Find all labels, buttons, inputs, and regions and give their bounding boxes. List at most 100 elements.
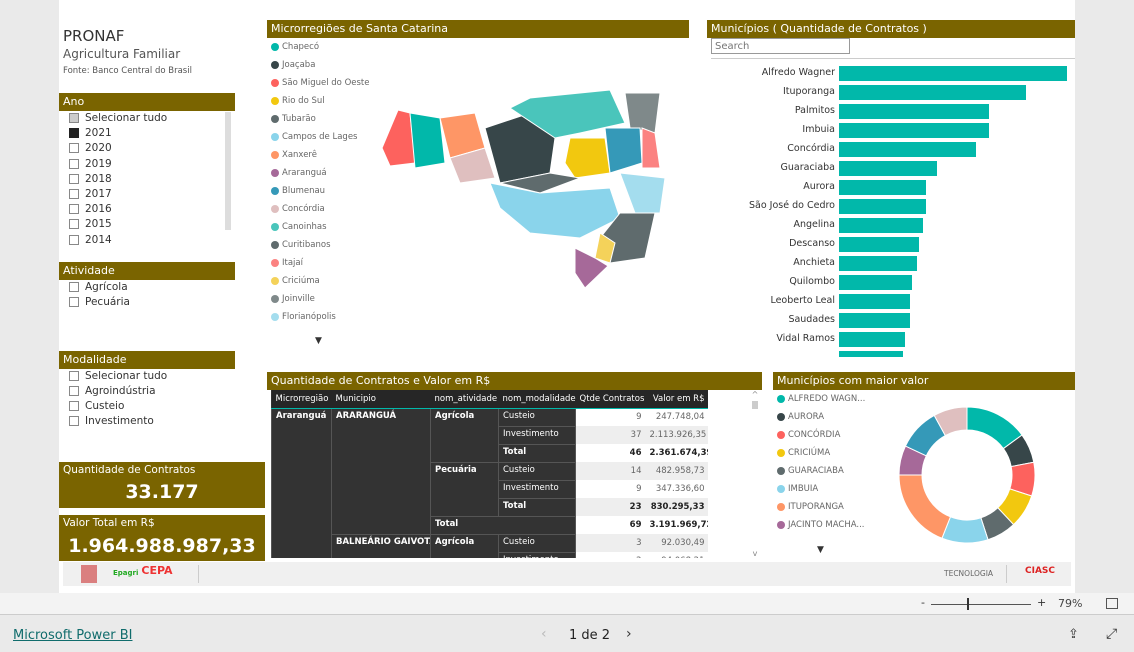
donut-legend-item[interactable]: JACINTO MACHA... [777, 520, 865, 530]
donut-slice[interactable] [898, 474, 952, 539]
donut-legend-item[interactable]: ALFREDO WAGN... [777, 394, 865, 404]
column-header[interactable]: nom_modalidade [498, 390, 576, 409]
checkbox[interactable] [69, 128, 79, 139]
zoom-slider[interactable] [931, 604, 1031, 605]
scroll-thumb[interactable] [752, 401, 758, 409]
map-legend-item[interactable]: Canoinhas [271, 222, 327, 232]
map-legend-item[interactable]: Blumenau [271, 186, 325, 196]
bar[interactable] [839, 123, 990, 138]
checkbox[interactable] [69, 234, 79, 245]
municipio-search-input[interactable] [711, 38, 850, 54]
scroll-down-icon[interactable]: v [750, 549, 760, 558]
modalidade-option[interactable]: Investimento [69, 415, 154, 427]
donut-legend-item[interactable]: GUARACIABA [777, 466, 844, 476]
map-legend-item[interactable]: Rio do Sul [271, 96, 325, 106]
checkbox[interactable] [69, 401, 79, 411]
checkbox[interactable] [69, 371, 79, 381]
checkbox[interactable] [69, 113, 79, 123]
ano-option[interactable]: 2017 [69, 188, 112, 200]
checkbox[interactable] [69, 158, 79, 169]
bar[interactable] [839, 104, 990, 119]
atividade-option[interactable]: Agrícola [69, 281, 128, 293]
column-header[interactable]: Microrregião [271, 390, 332, 409]
table-scrollbar[interactable]: ^ v [750, 390, 760, 558]
checkbox[interactable] [69, 416, 79, 426]
bar[interactable] [839, 199, 926, 214]
sc-map[interactable] [380, 88, 670, 293]
modalidade-option[interactable]: Agroindústria [69, 385, 156, 397]
legend-label: Curitibanos [282, 240, 331, 250]
ano-option[interactable]: 2019 [69, 158, 112, 170]
ano-option[interactable]: 2018 [69, 173, 112, 185]
bar[interactable] [839, 294, 910, 309]
bar[interactable] [839, 85, 1026, 100]
donut-legend-more-icon[interactable]: ▼ [817, 545, 824, 555]
map-legend-item[interactable]: Concórdia [271, 204, 325, 214]
zoom-in-button[interactable]: + [1037, 596, 1046, 609]
ano-option[interactable]: 2021 [69, 127, 112, 139]
next-page-icon[interactable]: › [626, 626, 632, 642]
checkbox[interactable] [69, 143, 79, 154]
prev-page-icon[interactable]: ‹ [541, 626, 547, 642]
donut-legend-item[interactable]: IMBUIA [777, 484, 818, 494]
ano-option[interactable]: 2020 [69, 142, 112, 154]
fullscreen-icon[interactable]: ⤢ [1106, 626, 1117, 642]
column-header[interactable]: nom_atividade [430, 390, 499, 409]
checkbox[interactable] [69, 297, 79, 307]
map-legend-item[interactable]: Tubarão [271, 114, 316, 124]
legend-label: CONCÓRDIA [788, 430, 841, 440]
checkbox[interactable] [69, 219, 79, 230]
map-legend-item[interactable]: Xanxerê [271, 150, 317, 160]
bar[interactable] [839, 256, 917, 271]
column-header[interactable]: Municipio [331, 390, 431, 409]
ano-option[interactable]: 2016 [69, 203, 112, 215]
atividade-option[interactable]: Pecuária [69, 296, 130, 308]
map-legend-item[interactable]: Criciúma [271, 276, 320, 286]
power-bi-link[interactable]: Microsoft Power BI [13, 628, 132, 643]
donut-legend-item[interactable]: CONCÓRDIA [777, 430, 840, 440]
donut-header: Municípios com maior valor [773, 372, 1075, 390]
bar[interactable] [839, 66, 1067, 81]
map-legend-item[interactable]: Joaçaba [271, 60, 315, 70]
bar[interactable] [839, 237, 919, 252]
map-legend-item[interactable]: Chapecó [271, 42, 319, 52]
fit-to-page-icon[interactable] [1106, 598, 1118, 609]
zoom-slider-thumb[interactable] [967, 598, 970, 610]
ano-option[interactable]: 2014 [69, 234, 112, 246]
bar[interactable] [839, 218, 924, 233]
column-header[interactable]: Qtde Contratos [575, 390, 646, 409]
modalidade-option[interactable]: Selecionar tudo [69, 370, 167, 382]
modalidade-option[interactable]: Custeio [69, 400, 124, 412]
zoom-out-button[interactable]: - [921, 596, 925, 609]
column-header[interactable]: Valor em R$ [645, 390, 708, 409]
checkbox[interactable] [69, 204, 79, 215]
donut-legend-item[interactable]: AURORA [777, 412, 824, 422]
donut-chart[interactable] [890, 398, 1045, 553]
map-legend-item[interactable]: Araranguá [271, 168, 327, 178]
share-icon[interactable]: ⇪ [1068, 627, 1079, 642]
ano-scrollbar[interactable] [225, 112, 231, 230]
checkbox[interactable] [69, 189, 79, 199]
bar[interactable] [839, 180, 926, 195]
map-legend-item[interactable]: Joinville [271, 294, 315, 304]
bar[interactable] [839, 332, 906, 347]
checkbox[interactable] [69, 386, 79, 396]
map-legend-item[interactable]: Campos de Lages [271, 132, 357, 142]
bar[interactable] [839, 313, 910, 328]
legend-more-arrow-icon[interactable]: ▼ [315, 336, 322, 346]
bar[interactable] [839, 275, 912, 290]
ano-option[interactable]: Selecionar tudo [69, 112, 167, 124]
map-legend-item[interactable]: São Miguel do Oeste [271, 78, 370, 88]
checkbox[interactable] [69, 282, 79, 292]
donut-legend-item[interactable]: ITUPORANGA [777, 502, 844, 512]
map-legend-item[interactable]: Florianópolis [271, 312, 336, 322]
bar[interactable] [839, 142, 976, 157]
bar-partial[interactable] [839, 351, 903, 357]
map-legend-item[interactable]: Curitibanos [271, 240, 331, 250]
map-legend-item[interactable]: Itajaí [271, 258, 303, 268]
scroll-up-icon[interactable]: ^ [750, 390, 760, 399]
checkbox[interactable] [69, 173, 79, 184]
bar[interactable] [839, 161, 938, 176]
ano-option[interactable]: 2015 [69, 218, 112, 230]
donut-legend-item[interactable]: CRICIÚMA [777, 448, 830, 458]
